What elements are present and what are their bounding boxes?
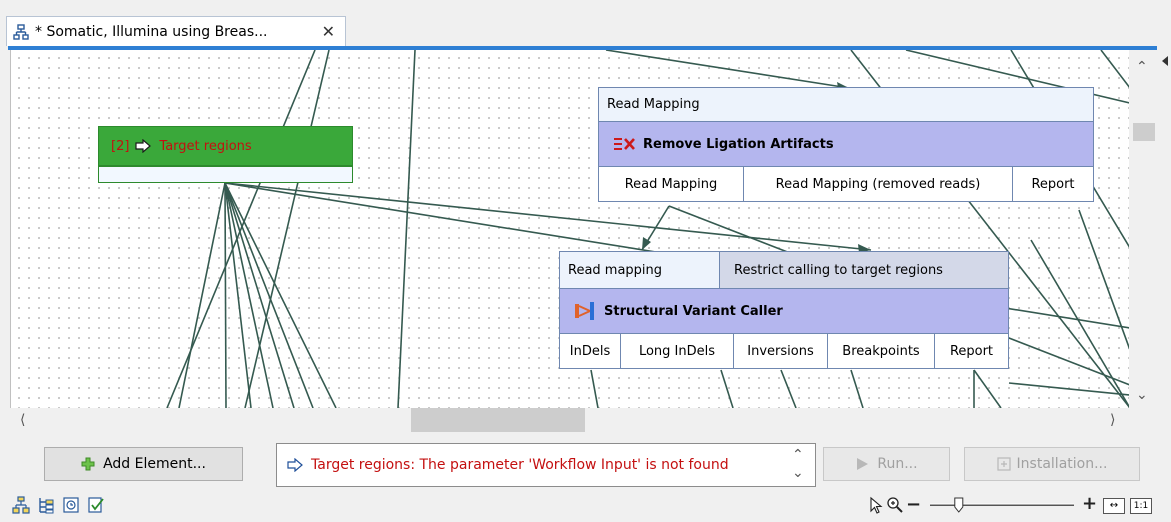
message-scroll-up-icon[interactable]: ⌃ <box>792 448 804 462</box>
node-title: Remove Ligation Artifacts <box>643 136 834 152</box>
output-port-label: Breakpoints <box>842 343 920 359</box>
output-port-long-indels[interactable]: Long InDels <box>620 333 734 369</box>
zoom-100-button[interactable]: 1:1 <box>1130 498 1152 514</box>
tree-view-icon[interactable] <box>37 496 55 514</box>
tab-workflow[interactable]: * Somatic, Illumina using Breas... ✕ <box>6 16 346 46</box>
message-scroll-down-icon[interactable]: ⌄ <box>792 466 804 480</box>
input-index-label: [2] <box>111 138 130 154</box>
run-label: Run... <box>877 456 918 472</box>
zoom-in-icon[interactable] <box>886 496 904 514</box>
fit-width-button[interactable]: ↔ <box>1103 498 1125 514</box>
installation-icon <box>996 457 1011 471</box>
connection-line <box>1030 239 1129 408</box>
input-port-label: Restrict calling to target regions <box>734 262 943 278</box>
input-port-label: Read mapping <box>568 262 663 278</box>
connection-line <box>397 50 416 408</box>
connection-line <box>224 182 295 408</box>
input-port-read-mapping[interactable]: Read mapping <box>559 251 720 289</box>
validation-message-box[interactable]: Target regions: The parameter 'Workflow … <box>276 443 816 487</box>
connection-line <box>973 369 1002 408</box>
output-port-indels[interactable]: InDels <box>559 333 621 369</box>
structural-variant-caller-node[interactable]: Read mapping Restrict calling to target … <box>559 251 1009 369</box>
workflow-input-port[interactable] <box>98 166 353 183</box>
output-port-label: InDels <box>569 343 611 359</box>
validate-view-icon[interactable] <box>87 496 105 514</box>
workflow-input-header: [2] Target regions <box>98 126 353 166</box>
input-port-restrict-calling[interactable]: Restrict calling to target regions <box>719 251 1009 289</box>
vertical-scrollbar-thumb[interactable] <box>1133 123 1155 141</box>
connection-line <box>224 182 337 408</box>
connection-line <box>720 369 734 408</box>
workflow-editor-window: * Somatic, Illumina using Breas... ✕ [2]… <box>0 0 1171 522</box>
installation-button[interactable]: Installation... <box>964 447 1140 481</box>
output-port-removed-reads[interactable]: Read Mapping (removed reads) <box>743 166 1013 202</box>
scroll-right-icon[interactable]: ⟩ <box>1110 413 1115 427</box>
zoom-slider[interactable] <box>926 496 1078 514</box>
connection-line <box>850 369 864 408</box>
workflow-icon <box>13 23 29 40</box>
node-title-bar: Remove Ligation Artifacts <box>598 121 1094 167</box>
output-port-breakpoints[interactable]: Breakpoints <box>827 333 935 369</box>
fit-width-label: ↔ <box>1109 500 1119 511</box>
workflow-canvas[interactable]: [2] Target regions Read Mapping Remove L… <box>10 50 1129 408</box>
select-cursor-icon[interactable] <box>867 496 885 514</box>
connection-line <box>605 50 850 89</box>
structural-variant-icon <box>575 302 594 320</box>
zoom-out-button[interactable]: − <box>906 494 921 515</box>
remove-ligation-artifacts-node[interactable]: Read Mapping Remove Ligation Artifacts R… <box>598 87 1094 207</box>
history-view-icon[interactable] <box>62 496 80 514</box>
input-node-name: Target regions <box>159 138 252 154</box>
scroll-up-icon[interactable]: ⌃ <box>1136 60 1148 74</box>
close-icon[interactable]: ✕ <box>322 22 335 41</box>
connection-line <box>178 182 226 408</box>
workflow-input-node[interactable]: [2] Target regions <box>98 126 353 183</box>
zoom-slider-thumb <box>954 497 964 513</box>
connection-line <box>780 369 797 408</box>
scroll-left-icon[interactable]: ⟨ <box>20 413 25 427</box>
installation-label: Installation... <box>1016 456 1108 472</box>
output-port-read-mapping[interactable]: Read Mapping <box>598 166 744 202</box>
scroll-down-icon[interactable]: ⌄ <box>1136 388 1148 402</box>
zoom-100-label: 1:1 <box>1133 501 1149 511</box>
remove-ligation-icon <box>614 138 635 150</box>
output-port-label: Inversions <box>747 343 814 359</box>
horizontal-scrollbar-thumb[interactable] <box>411 408 585 432</box>
connection-line <box>1078 209 1129 350</box>
connection-line <box>224 182 227 408</box>
play-icon <box>857 458 869 470</box>
output-port-label: Long InDels <box>638 343 716 359</box>
validation-message: Target regions: The parameter 'Workflow … <box>311 457 729 473</box>
node-title: Structural Variant Caller <box>604 303 783 319</box>
output-port-report[interactable]: Report <box>934 333 1009 369</box>
input-port-read-mapping[interactable]: Read Mapping <box>598 87 1094 122</box>
output-port-label: Report <box>949 343 994 359</box>
run-button[interactable]: Run... <box>823 447 950 481</box>
workflow-view-icon[interactable] <box>12 496 30 514</box>
add-element-button[interactable]: Add Element... <box>44 447 243 481</box>
message-scroll[interactable]: ⌃ ⌄ <box>781 444 815 486</box>
connection-line <box>244 50 330 408</box>
tab-strip: * Somatic, Illumina using Breas... ✕ <box>0 0 1171 46</box>
connection-line <box>1100 50 1129 89</box>
node-title-bar: Structural Variant Caller <box>559 288 1009 334</box>
output-port-label: Read Mapping <box>624 176 718 192</box>
input-port-label: Read Mapping <box>607 97 700 112</box>
panel-collapse-icon[interactable] <box>1162 56 1168 66</box>
output-port-inversions[interactable]: Inversions <box>733 333 828 369</box>
workflow-input-arrow-icon <box>135 139 152 153</box>
plus-icon <box>81 457 95 471</box>
connection-line <box>590 369 599 408</box>
output-port-label: Report <box>1031 176 1075 192</box>
connection-line <box>224 182 274 408</box>
output-port-label: Read Mapping (removed reads) <box>775 176 981 192</box>
vertical-scrollbar[interactable] <box>1129 50 1157 408</box>
add-element-label: Add Element... <box>103 456 206 472</box>
workflow-input-arrow-icon <box>287 458 303 472</box>
tab-title: * Somatic, Illumina using Breas... <box>35 23 268 40</box>
output-port-report[interactable]: Report <box>1012 166 1094 202</box>
zoom-in-button[interactable]: + <box>1082 493 1097 514</box>
